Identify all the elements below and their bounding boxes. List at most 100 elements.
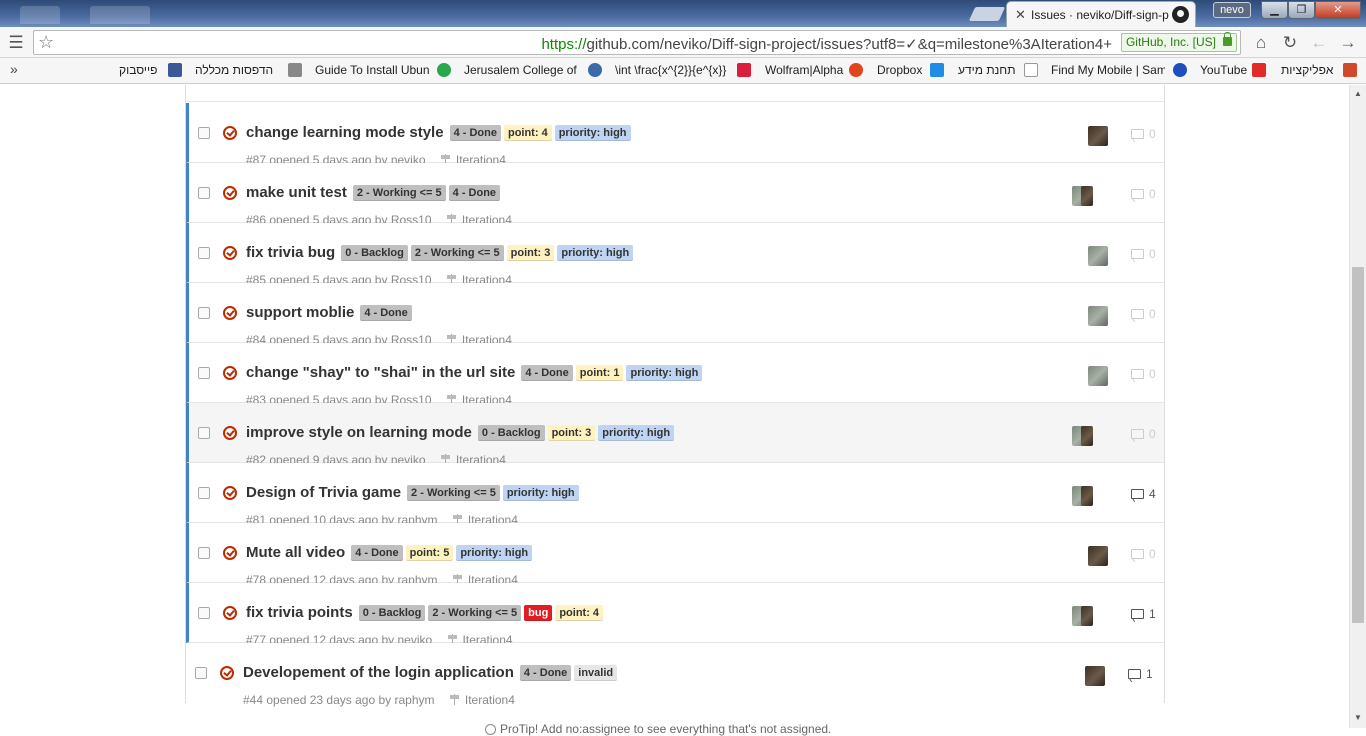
issue-title-link[interactable]: Developement of the login application — [243, 664, 514, 681]
assignee-avatar[interactable] — [1081, 606, 1093, 626]
close-window-button[interactable]: ✕ — [1315, 1, 1361, 19]
issue-label[interactable]: 2 - Working <= 5 — [428, 604, 522, 621]
scroll-down-arrow-icon[interactable]: ▼ — [1354, 713, 1362, 722]
issue-label[interactable]: point: 5 — [405, 544, 454, 561]
issue-label[interactable]: 4 - Done — [519, 664, 572, 681]
issue-author-link[interactable]: raphym — [395, 693, 435, 707]
comment-count[interactable]: 0 — [1131, 127, 1156, 141]
issue-checkbox[interactable] — [198, 607, 210, 619]
issue-title-link[interactable]: make unit test — [246, 184, 347, 201]
maximize-button[interactable]: ❐ — [1288, 1, 1315, 19]
more-bookmarks-icon[interactable]: » — [10, 61, 18, 77]
comment-count[interactable]: 0 — [1131, 547, 1156, 561]
issue-label[interactable]: point: 3 — [506, 244, 555, 261]
bookmark-find-my-mobile[interactable]: Find My Mobile | Sam — [1051, 63, 1165, 77]
back-icon[interactable]: ← — [1309, 33, 1329, 53]
bookmark-dropbox[interactable]: Dropbox — [877, 63, 922, 77]
issue-title-link[interactable]: change learning mode style — [246, 124, 444, 141]
issue-row[interactable]: fix trivia bug 0 - Backlog 2 - Working <= … — [186, 223, 1164, 287]
issue-checkbox[interactable] — [198, 307, 210, 319]
minimize-button[interactable]: ▁ — [1261, 1, 1288, 19]
assignee-avatar[interactable] — [1088, 546, 1108, 566]
issue-checkbox[interactable] — [198, 247, 210, 259]
issue-label[interactable]: priority: high — [502, 484, 579, 501]
issue-title-link[interactable]: fix trivia points — [246, 604, 353, 621]
issue-label[interactable]: 4 - Done — [449, 124, 501, 141]
comment-count[interactable]: 0 — [1131, 307, 1156, 321]
issue-label[interactable]: priority: high — [557, 244, 634, 261]
issue-label[interactable]: priority: high — [626, 364, 703, 381]
issue-label[interactable]: point: 1 — [575, 364, 624, 381]
comment-count[interactable]: 0 — [1131, 187, 1156, 201]
address-bar[interactable]: ☆ https://github.com/neviko/Diff-sign-pr… — [33, 30, 1241, 55]
assignee-avatar[interactable] — [1088, 366, 1108, 386]
bookmark-youtube[interactable]: YouTube — [1200, 63, 1247, 77]
issue-label[interactable]: 2 - Working <= 5 — [407, 484, 500, 501]
issue-label[interactable]: invalid — [574, 664, 618, 681]
bookmark-symbolab[interactable]: \int \frac{x^{2}}{e^{x}} — [615, 63, 729, 77]
issue-row[interactable]: Developement of the login application 4 -… — [186, 643, 1164, 707]
issue-label[interactable]: 4 - Done — [521, 364, 573, 381]
comment-count[interactable]: 0 — [1131, 367, 1156, 381]
issue-row[interactable]: make unit test 2 - Working <= 54 - Done #… — [186, 163, 1164, 227]
issue-label[interactable]: point: 3 — [547, 424, 596, 441]
comment-count[interactable]: 1 — [1128, 667, 1153, 681]
assignee-avatar[interactable] — [1081, 426, 1093, 446]
issue-checkbox[interactable] — [198, 127, 210, 139]
issue-label[interactable]: priority: high — [598, 424, 675, 441]
issue-checkbox[interactable] — [198, 427, 210, 439]
issue-label[interactable]: priority: high — [456, 544, 533, 561]
bookmark-facebook[interactable]: פייסבוק — [119, 63, 157, 77]
issue-label[interactable]: point: 4 — [503, 124, 552, 141]
bookmark-wolfram[interactable]: Wolfram|Alpha — [765, 63, 843, 77]
assignee-avatar[interactable] — [1088, 126, 1108, 146]
issue-row[interactable]: change learning mode style 4 - Done point:… — [186, 103, 1164, 167]
assignee-avatar[interactable] — [1088, 246, 1108, 266]
issue-title-link[interactable]: fix trivia bug — [246, 244, 335, 261]
issue-label[interactable]: 2 - Working <= 5 — [352, 184, 446, 201]
issue-row[interactable]: Design of Trivia game 2 - Working <= 5 pri… — [186, 463, 1164, 527]
profile-badge[interactable]: nevo — [1213, 2, 1251, 18]
assignee-avatar[interactable] — [1081, 486, 1093, 506]
issue-title-link[interactable]: support moblie — [246, 304, 354, 321]
issue-title-link[interactable]: change "shay" to "shai" in the url site — [246, 364, 515, 381]
issue-label[interactable]: point: 4 — [555, 604, 604, 621]
bookmark-jerusalem-college[interactable]: Jerusalem College of — [464, 63, 580, 77]
new-tab-button[interactable] — [968, 7, 1006, 21]
forward-icon[interactable]: → — [1338, 33, 1358, 53]
comment-count[interactable]: 0 — [1131, 427, 1156, 441]
bookmark-star-icon[interactable]: ☆ — [38, 32, 54, 53]
issue-checkbox[interactable] — [198, 367, 210, 379]
issue-label[interactable]: 4 - Done — [351, 544, 403, 561]
issue-label[interactable]: 2 - Working <= 5 — [410, 244, 504, 261]
issue-checkbox[interactable] — [198, 187, 210, 199]
issue-label[interactable]: 0 - Backlog — [341, 244, 408, 261]
browser-tab[interactable]: ✕ Issues · neviko/Diff-sign-p — [1006, 1, 1196, 27]
issue-row[interactable]: change "shay" to "shai" in the url site 4… — [186, 343, 1164, 407]
issue-row[interactable]: support moblie 4 - Done #84 opened 5 days… — [186, 283, 1164, 347]
issue-label[interactable]: 0 - Backlog — [358, 604, 426, 621]
menu-icon[interactable]: ☰ — [6, 33, 26, 53]
comment-count[interactable]: 0 — [1131, 247, 1156, 261]
issue-label[interactable]: 0 - Backlog — [477, 424, 545, 441]
ev-certificate-badge[interactable]: GitHub, Inc. [US] — [1120, 32, 1237, 52]
issue-label[interactable]: 4 - Done — [360, 304, 412, 321]
home-icon[interactable]: ⌂ — [1251, 33, 1271, 53]
issue-checkbox[interactable] — [198, 487, 210, 499]
issue-label[interactable]: bug — [524, 604, 553, 621]
issue-checkbox[interactable] — [198, 547, 210, 559]
reload-icon[interactable]: ↻ — [1280, 33, 1300, 53]
issue-row[interactable]: Mute all video 4 - Done point: 5 priority: … — [186, 523, 1164, 587]
issue-row[interactable]: fix trivia points 0 - Backlog 2 - Working … — [186, 583, 1164, 647]
scrollbar-thumb[interactable] — [1352, 267, 1364, 623]
issue-title-link[interactable]: Design of Trivia game — [246, 484, 401, 501]
issue-label[interactable]: priority: high — [554, 124, 631, 141]
bookmark-apps[interactable]: אפליקציות — [1281, 63, 1333, 77]
issue-checkbox[interactable] — [195, 667, 207, 679]
assignee-avatar[interactable] — [1085, 666, 1105, 686]
assignee-avatar[interactable] — [1088, 306, 1108, 326]
scroll-up-arrow-icon[interactable]: ▲ — [1354, 89, 1362, 98]
page-scrollbar[interactable]: ▲ ▼ — [1349, 85, 1366, 728]
comment-count[interactable]: 1 — [1131, 607, 1156, 621]
issue-title-link[interactable]: Mute all video — [246, 544, 345, 561]
